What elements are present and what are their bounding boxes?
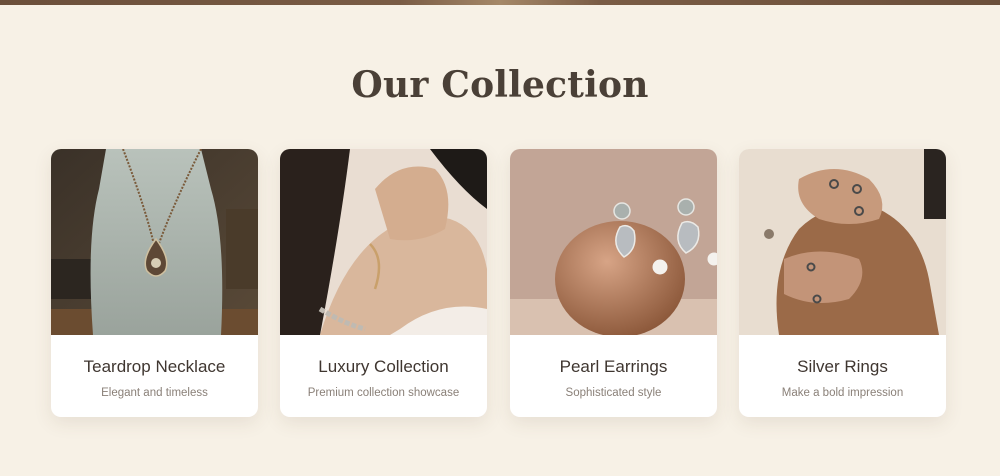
section-title: Our Collection [351,64,649,106]
card-description: Make a bold impression [781,387,904,399]
hero-image-bottom-edge [0,0,1000,5]
card-description: Sophisticated style [565,387,662,399]
card-description: Premium collection showcase [307,387,460,399]
product-card-luxury-collection[interactable]: Luxury Collection Premium collection sho… [280,149,487,417]
product-card-pearl-earrings[interactable]: Pearl Earrings Sophisticated style [510,149,717,417]
bracelet-photo [280,149,487,335]
card-title: Teardrop Necklace [83,357,226,376]
card-description: Elegant and timeless [101,387,208,399]
earrings-photo [510,149,717,335]
product-card-silver-rings[interactable]: Silver Rings Make a bold impression [739,149,946,417]
card-title: Pearl Earrings [559,357,668,376]
card-title: Luxury Collection [318,357,449,376]
card-title: Silver Rings [797,357,888,376]
product-card-teardrop-necklace[interactable]: Teardrop Necklace Elegant and timeless [51,149,258,417]
rings-photo [739,149,946,335]
necklace-photo [51,149,258,335]
